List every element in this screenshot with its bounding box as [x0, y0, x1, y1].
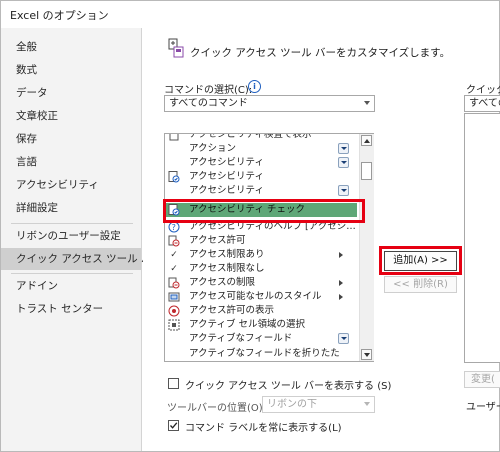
list-item[interactable]: アクセシビリティ	[165, 184, 357, 198]
window-title: Excel のオプション	[10, 9, 109, 22]
list-item[interactable]: アクション	[165, 142, 357, 156]
always-show-labels-label: コマンド ラベルを常に表示する(L)	[185, 423, 342, 434]
select-region-icon	[168, 319, 180, 331]
commands-list[interactable]: アクセシビリティ検査で表示 アクション アクセシビリティ アクセシビリティ アク…	[164, 133, 374, 362]
sidebar-item-quick-access-toolbar[interactable]: クイック アクセス ツール バー	[1, 248, 162, 270]
svg-text:?: ?	[172, 223, 176, 232]
check-icon: ✓	[170, 250, 178, 260]
always-show-labels-checkbox[interactable]	[168, 420, 179, 431]
choose-commands-label: コマンドの選択(C):	[164, 85, 253, 96]
list-item[interactable]: アクティブなフィールド	[165, 332, 357, 346]
remove-button[interactable]: << 削除(R)	[384, 276, 457, 293]
split-dropdown-icon[interactable]	[338, 333, 349, 344]
customize-toolbar-value: すべての	[469, 98, 500, 109]
submenu-arrow-icon	[339, 280, 343, 286]
list-item[interactable]: アクセシビリティ	[165, 156, 357, 170]
split-dropdown-icon[interactable]	[338, 185, 349, 196]
user-settings-label: ユーザー	[466, 402, 500, 413]
chevron-down-icon	[364, 353, 370, 357]
add-button[interactable]: 追加(A) >>	[384, 251, 457, 271]
accessibility-check-icon	[168, 171, 180, 183]
customize-toolbar-dropdown[interactable]: すべての	[464, 95, 500, 112]
sidebar: 全般 数式 データ 文章校正 保存 言語 アクセシビリティ 詳細設定 リボンのユ…	[1, 28, 162, 451]
restrict-icon	[168, 277, 180, 289]
sidebar-item-language[interactable]: 言語	[1, 151, 141, 173]
permission-icon	[168, 235, 180, 247]
sidebar-item-addins[interactable]: アドイン	[1, 275, 141, 297]
sidebar-item-trust-center[interactable]: トラスト センター	[1, 298, 141, 320]
list-item[interactable]: ✓ アクセス制限なし	[165, 262, 357, 276]
split-dropdown-icon[interactable]	[338, 157, 349, 168]
choose-commands-value: すべてのコマンド	[169, 98, 248, 109]
toolbar-position-label: ツールバーの位置(O)	[167, 403, 263, 414]
sidebar-item-advanced[interactable]: 詳細設定	[1, 197, 141, 219]
list-item[interactable]: ✓ アクセス制限あり	[165, 248, 357, 262]
highlight-annotation	[163, 199, 365, 223]
quick-access-toolbar-icon	[168, 38, 184, 58]
chevron-up-icon	[364, 139, 370, 143]
toolbar-position-value: リボンの下	[267, 399, 317, 410]
chevron-down-icon	[364, 101, 370, 105]
permission-view-icon	[168, 305, 180, 317]
list-item[interactable]: アクセシビリティ	[165, 170, 357, 184]
cell-style-icon	[168, 291, 180, 303]
customize-toolbar-label: クイック ア	[466, 85, 500, 96]
chevron-down-icon	[364, 402, 370, 406]
check-icon	[170, 422, 178, 429]
submenu-arrow-icon	[339, 252, 343, 258]
sidebar-divider	[11, 223, 133, 224]
page-heading: クイック アクセス ツール バーをカスタマイズします。	[190, 47, 451, 59]
sidebar-item-accessibility[interactable]: アクセシビリティ	[1, 174, 141, 196]
toolbar-position-dropdown[interactable]: リボンの下	[262, 396, 375, 413]
sidebar-item-proofing[interactable]: 文章校正	[1, 105, 141, 127]
toolbar-commands-list[interactable]	[464, 113, 500, 363]
sidebar-divider	[11, 273, 133, 274]
list-item[interactable]: アクセス許可の表示	[165, 304, 357, 318]
scroll-down-button[interactable]	[361, 349, 372, 360]
show-toolbar-checkbox[interactable]	[168, 378, 179, 389]
scroll-up-button[interactable]	[361, 135, 372, 146]
sidebar-item-formulas[interactable]: 数式	[1, 59, 141, 81]
list-item[interactable]: アクティブなフィールドを折りたた	[165, 347, 357, 361]
title-bar: Excel のオプション	[1, 1, 498, 28]
sidebar-item-customize-ribbon[interactable]: リボンのユーザー設定	[1, 225, 141, 247]
submenu-arrow-icon	[339, 294, 343, 300]
info-icon[interactable]: i	[248, 80, 261, 93]
show-toolbar-label: クイック アクセス ツール バーを表示する (S)	[185, 381, 392, 392]
list-item[interactable]: アクセス許可	[165, 234, 357, 248]
modify-button[interactable]: 変更(	[464, 371, 500, 388]
document-icon	[168, 134, 180, 141]
choose-commands-dropdown[interactable]: すべてのコマンド	[164, 95, 375, 112]
split-dropdown-icon[interactable]	[338, 143, 349, 154]
sidebar-item-general[interactable]: 全般	[1, 36, 141, 58]
list-item[interactable]: アクセシビリティ検査で表示	[165, 134, 357, 142]
list-item[interactable]: アクセスの制限	[165, 276, 357, 290]
sidebar-item-data[interactable]: データ	[1, 82, 141, 104]
commands-list-scrollbar[interactable]	[359, 134, 374, 361]
list-item[interactable]: アクセス可能なセルのスタイル	[165, 290, 357, 304]
list-item[interactable]: アクティブ セル領域の選択	[165, 318, 357, 332]
scroll-thumb[interactable]	[361, 162, 372, 180]
check-icon: ✓	[170, 264, 178, 274]
sidebar-item-save[interactable]: 保存	[1, 128, 141, 150]
